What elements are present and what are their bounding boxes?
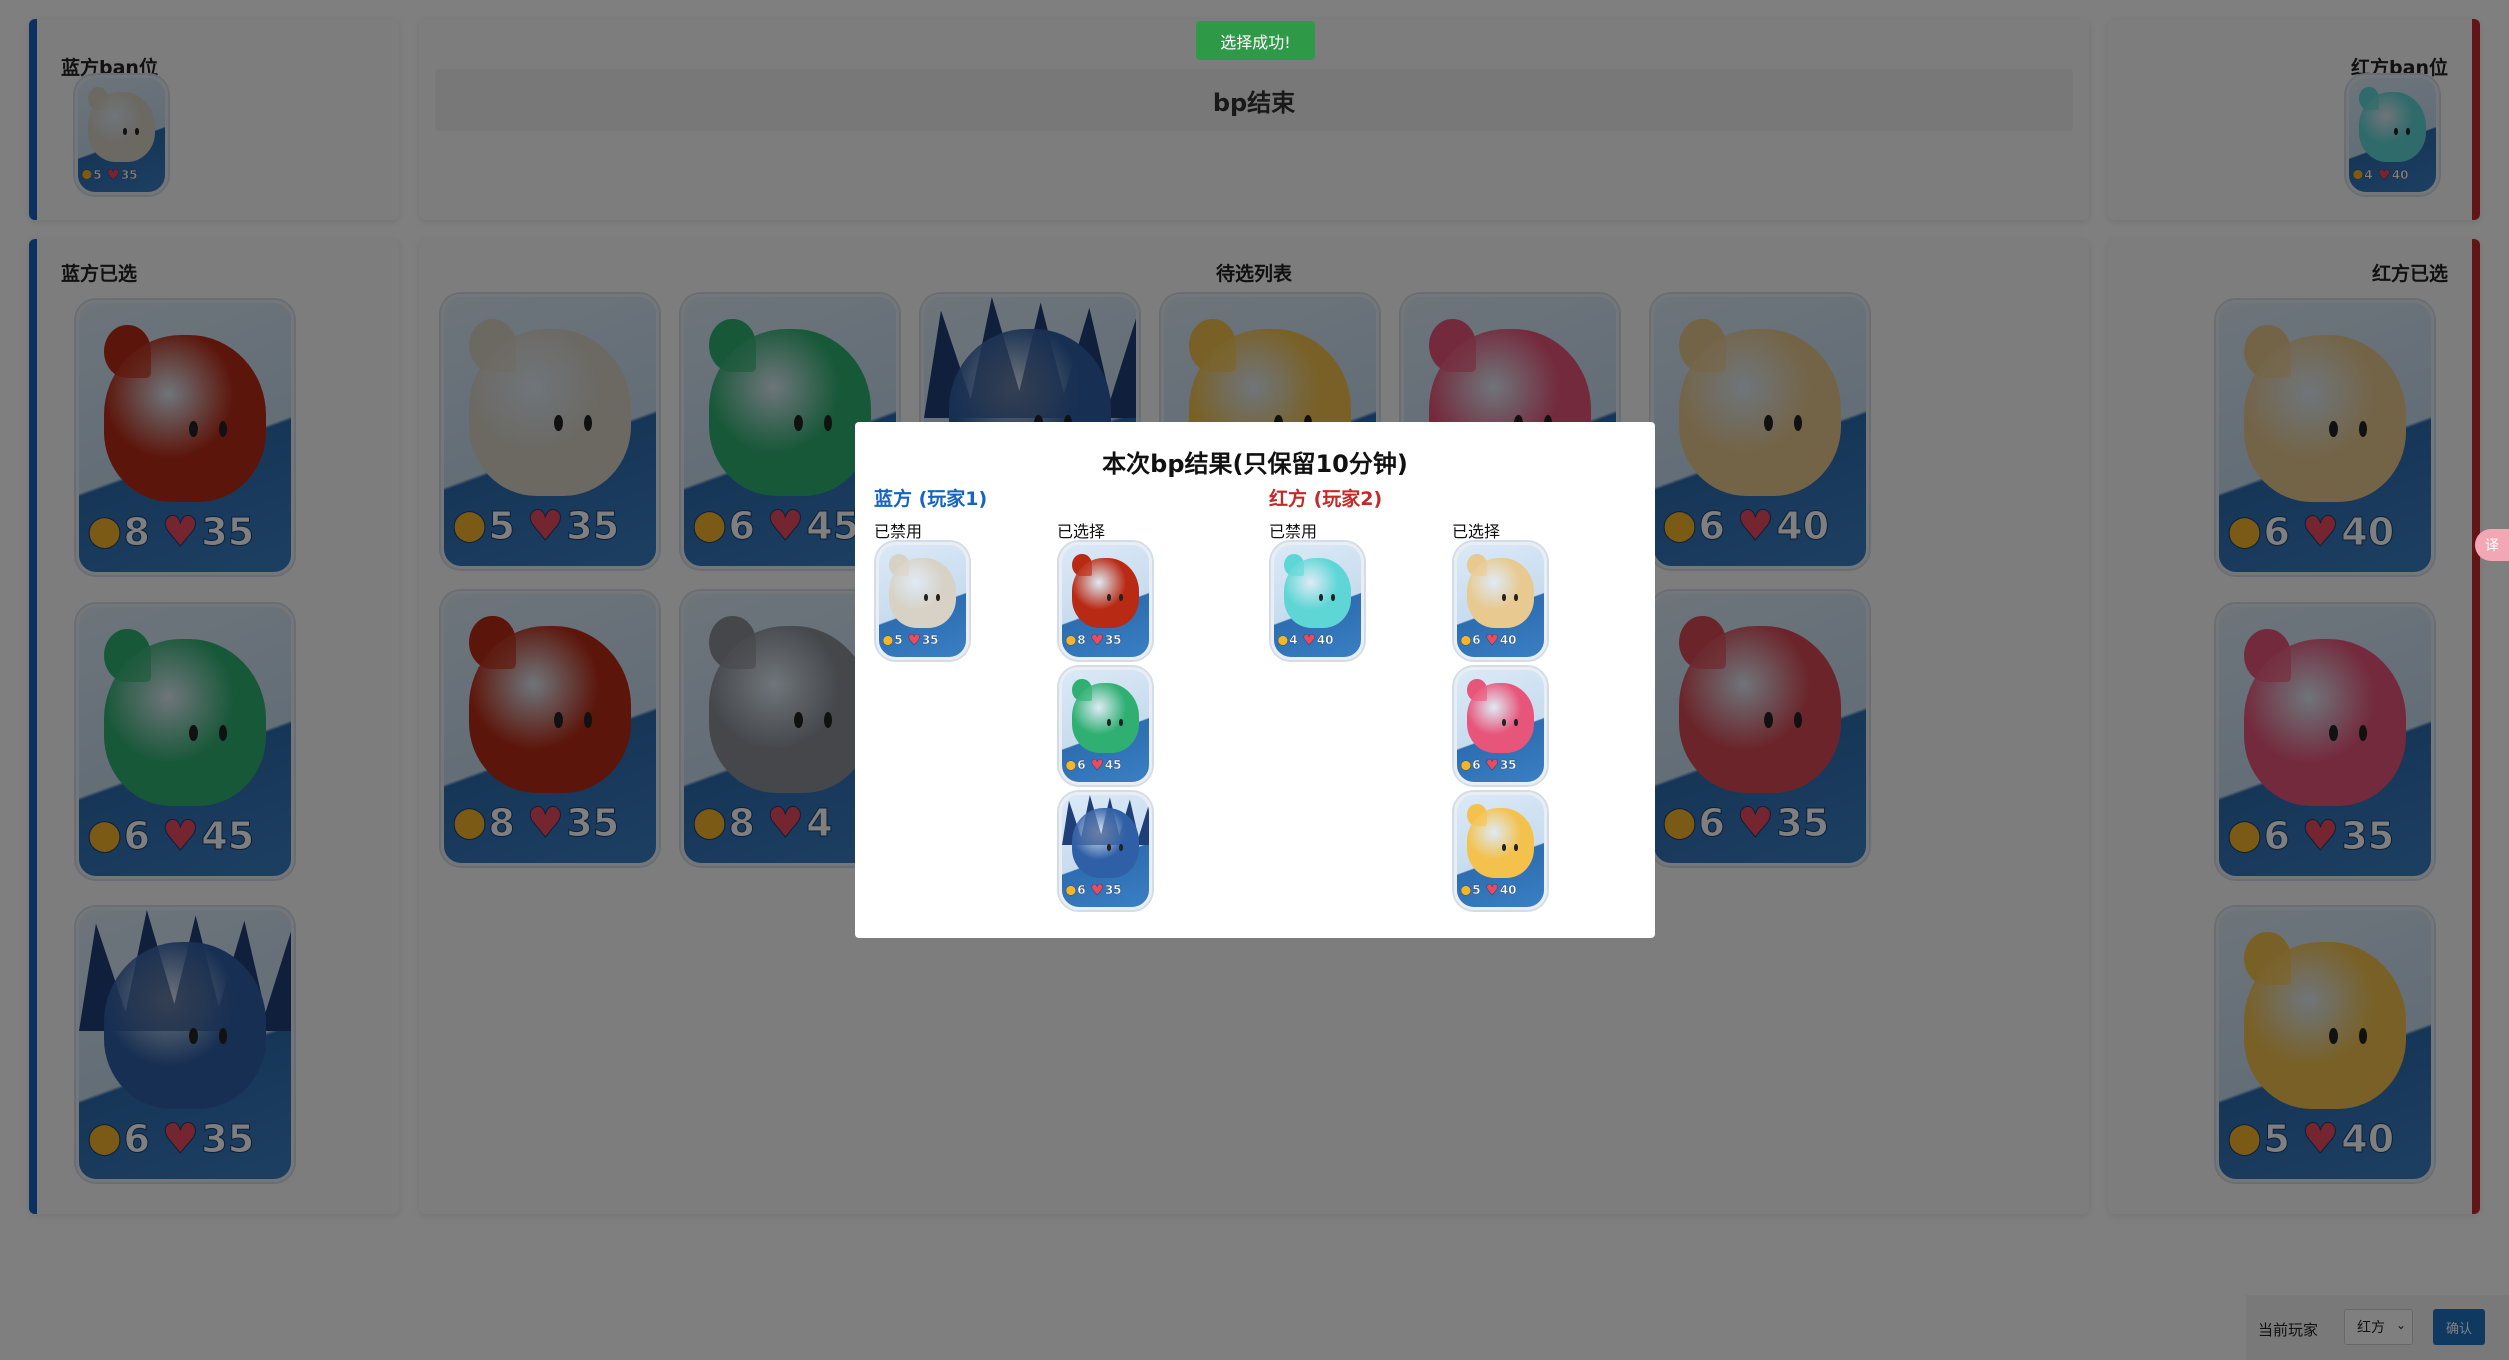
modal-blue-banned-card[interactable]: ⬤ 5 ♥ 35: [876, 542, 969, 660]
character-body: [1072, 558, 1139, 628]
hp-stat: ♥40: [1302, 631, 1334, 650]
character-body: [1072, 808, 1139, 878]
hp-stat: ♥40: [1485, 631, 1517, 650]
character-eye: [1502, 594, 1506, 601]
hp-value: 40: [1316, 633, 1334, 648]
attack-stat: ⬤6: [1460, 758, 1481, 773]
hp-stat: ♥45: [1090, 756, 1122, 775]
character-eye: [1119, 594, 1123, 601]
hp-value: 35: [921, 633, 939, 648]
hp-value: 35: [1499, 758, 1517, 773]
card-stats: ⬤4 ♥40: [1277, 628, 1357, 653]
hp-value: 35: [1104, 883, 1122, 898]
attack-value: 5: [894, 633, 903, 648]
blue-side-label: 蓝方 (玩家1): [874, 488, 988, 510]
character-eye: [1514, 719, 1518, 726]
bp-result-modal: 本次bp结果(只保留10分钟) 蓝方 (玩家1) 已禁用 已选择 ⬤ 5 ♥ 35 ⬤…: [855, 422, 1655, 938]
character-eye: [1331, 594, 1335, 601]
flame-icon: ⬤: [1460, 884, 1472, 896]
attack-value: 4: [1289, 633, 1298, 648]
character-body: [1467, 683, 1534, 753]
flame-icon: ⬤: [1065, 634, 1077, 646]
attack-stat: ⬤6: [1065, 758, 1086, 773]
flame-icon: ⬤: [882, 634, 894, 646]
character-eye: [1514, 844, 1518, 851]
attack-stat: ⬤5: [882, 633, 903, 648]
translate-icon[interactable]: 译: [2475, 529, 2509, 561]
modal-blue-picked-card[interactable]: ⬤ 6 ♥ 45: [1059, 667, 1152, 785]
hp-stat: ♥35: [1090, 631, 1122, 650]
attack-value: 6: [1077, 883, 1086, 898]
hp-value: 45: [1104, 758, 1122, 773]
character-eye: [1514, 594, 1518, 601]
attack-value: 6: [1077, 758, 1086, 773]
modal-red-picked-card[interactable]: ⬤ 6 ♥ 35: [1454, 667, 1547, 785]
flame-icon: ⬤: [1460, 759, 1472, 771]
modal-blue-picked-card[interactable]: ⬤ 6 ♥ 35: [1059, 792, 1152, 910]
card-stats: ⬤5 ♥40: [1460, 878, 1540, 903]
modal-title: 本次bp结果(只保留10分钟): [1102, 450, 1408, 478]
character-eye: [1319, 594, 1323, 601]
character-eye: [1107, 719, 1111, 726]
attack-stat: ⬤5: [1460, 883, 1481, 898]
heart-icon: ♥: [1485, 756, 1499, 775]
character-eye: [924, 594, 928, 601]
modal-red-picked-card[interactable]: ⬤ 5 ♥ 40: [1454, 792, 1547, 910]
character-eye: [1119, 719, 1123, 726]
hp-stat: ♥35: [1090, 881, 1122, 900]
character-eye: [1107, 844, 1111, 851]
red-banned-label: 已禁用: [1269, 522, 1318, 541]
attack-stat: ⬤6: [1065, 883, 1086, 898]
character-body: [1284, 558, 1351, 628]
character-body: [1467, 808, 1534, 878]
attack-stat: ⬤4: [1277, 633, 1298, 648]
heart-icon: ♥: [1090, 881, 1104, 900]
heart-icon: ♥: [1302, 631, 1316, 650]
character-eye: [1502, 844, 1506, 851]
character-body: [1072, 683, 1139, 753]
heart-icon: ♥: [1485, 631, 1499, 650]
hp-value: 40: [1499, 633, 1517, 648]
character-eye: [1107, 594, 1111, 601]
blue-banned-label: 已禁用: [874, 522, 923, 541]
character-eye: [936, 594, 940, 601]
success-toast: 选择成功!: [1196, 21, 1315, 60]
flame-icon: ⬤: [1277, 634, 1289, 646]
red-side-label: 红方 (玩家2): [1269, 488, 1383, 510]
character-body: [889, 558, 956, 628]
hp-value: 40: [1499, 883, 1517, 898]
hp-stat: ♥35: [907, 631, 939, 650]
attack-value: 5: [1472, 883, 1481, 898]
heart-icon: ♥: [1090, 631, 1104, 650]
hp-value: 35: [1104, 633, 1122, 648]
card-stats: ⬤6 ♥40: [1460, 628, 1540, 653]
character-body: [1467, 558, 1534, 628]
blue-picked-label: 已选择: [1057, 522, 1106, 541]
flame-icon: ⬤: [1065, 884, 1077, 896]
card-stats: ⬤8 ♥35: [1065, 628, 1145, 653]
attack-stat: ⬤8: [1065, 633, 1086, 648]
attack-value: 8: [1077, 633, 1086, 648]
flame-icon: ⬤: [1460, 634, 1472, 646]
character-eye: [1119, 844, 1123, 851]
hp-stat: ♥40: [1485, 881, 1517, 900]
card-stats: ⬤6 ♥45: [1065, 753, 1145, 778]
red-picked-label: 已选择: [1452, 522, 1501, 541]
flame-icon: ⬤: [1065, 759, 1077, 771]
character-eye: [1502, 719, 1506, 726]
heart-icon: ♥: [1485, 881, 1499, 900]
heart-icon: ♥: [1090, 756, 1104, 775]
modal-red-picked-card[interactable]: ⬤ 6 ♥ 40: [1454, 542, 1547, 660]
attack-value: 6: [1472, 758, 1481, 773]
card-stats: ⬤6 ♥35: [1460, 753, 1540, 778]
card-stats: ⬤6 ♥35: [1065, 878, 1145, 903]
card-stats: ⬤5 ♥35: [882, 628, 962, 653]
attack-stat: ⬤6: [1460, 633, 1481, 648]
attack-value: 6: [1472, 633, 1481, 648]
modal-blue-picked-card[interactable]: ⬤ 8 ♥ 35: [1059, 542, 1152, 660]
modal-red-banned-card[interactable]: ⬤ 4 ♥ 40: [1271, 542, 1364, 660]
hp-stat: ♥35: [1485, 756, 1517, 775]
heart-icon: ♥: [907, 631, 921, 650]
